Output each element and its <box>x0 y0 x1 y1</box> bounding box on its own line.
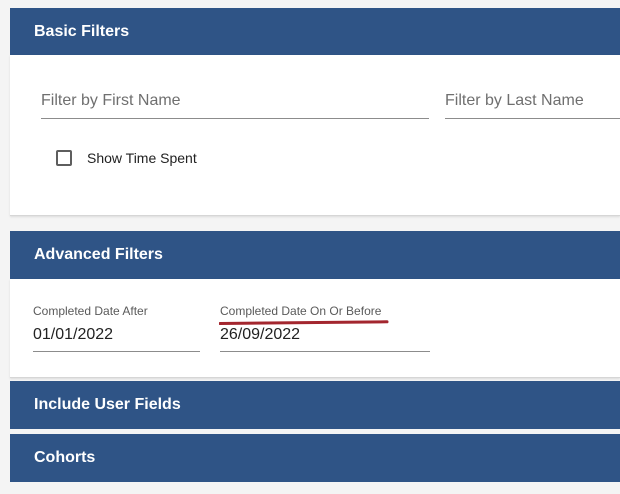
last-name-filter-input[interactable]: Filter by Last Name <box>445 83 620 119</box>
completed-date-on-or-before-label: Completed Date On Or Before <box>220 304 382 318</box>
basic-filters-panel: Filter by First Name Filter by Last Name… <box>10 55 620 216</box>
completed-date-on-or-before-field[interactable]: Completed Date On Or Before 26/09/2022 <box>220 304 430 352</box>
show-time-spent-row[interactable]: Show Time Spent <box>56 150 197 166</box>
basic-filters-title: Basic Filters <box>34 22 130 40</box>
completed-date-after-label: Completed Date After <box>33 304 148 318</box>
red-annotation-underline <box>219 320 389 325</box>
first-name-filter-input[interactable]: Filter by First Name <box>41 83 429 119</box>
include-user-fields-header[interactable]: Include User Fields <box>10 381 620 429</box>
completed-date-on-or-before-value: 26/09/2022 <box>220 326 301 343</box>
advanced-filters-title: Advanced Filters <box>34 246 163 263</box>
cohorts-header[interactable]: Cohorts <box>10 434 620 482</box>
advanced-filters-panel: Completed Date After 01/01/2022 Complete… <box>10 279 620 378</box>
show-time-spent-label: Show Time Spent <box>87 150 197 166</box>
basic-filters-header[interactable]: Basic Filters <box>10 8 620 55</box>
completed-date-after-value: 01/01/2022 <box>33 326 114 343</box>
filters-page: Basic Filters Filter by First Name Filte… <box>0 0 620 494</box>
first-name-filter-placeholder: Filter by First Name <box>41 92 181 109</box>
show-time-spent-checkbox[interactable] <box>56 150 72 166</box>
advanced-filters-header[interactable]: Advanced Filters <box>10 231 620 279</box>
last-name-filter-placeholder: Filter by Last Name <box>445 92 584 109</box>
cohorts-title: Cohorts <box>34 449 96 466</box>
include-user-fields-title: Include User Fields <box>34 396 181 413</box>
completed-date-after-field[interactable]: Completed Date After 01/01/2022 <box>33 304 200 352</box>
